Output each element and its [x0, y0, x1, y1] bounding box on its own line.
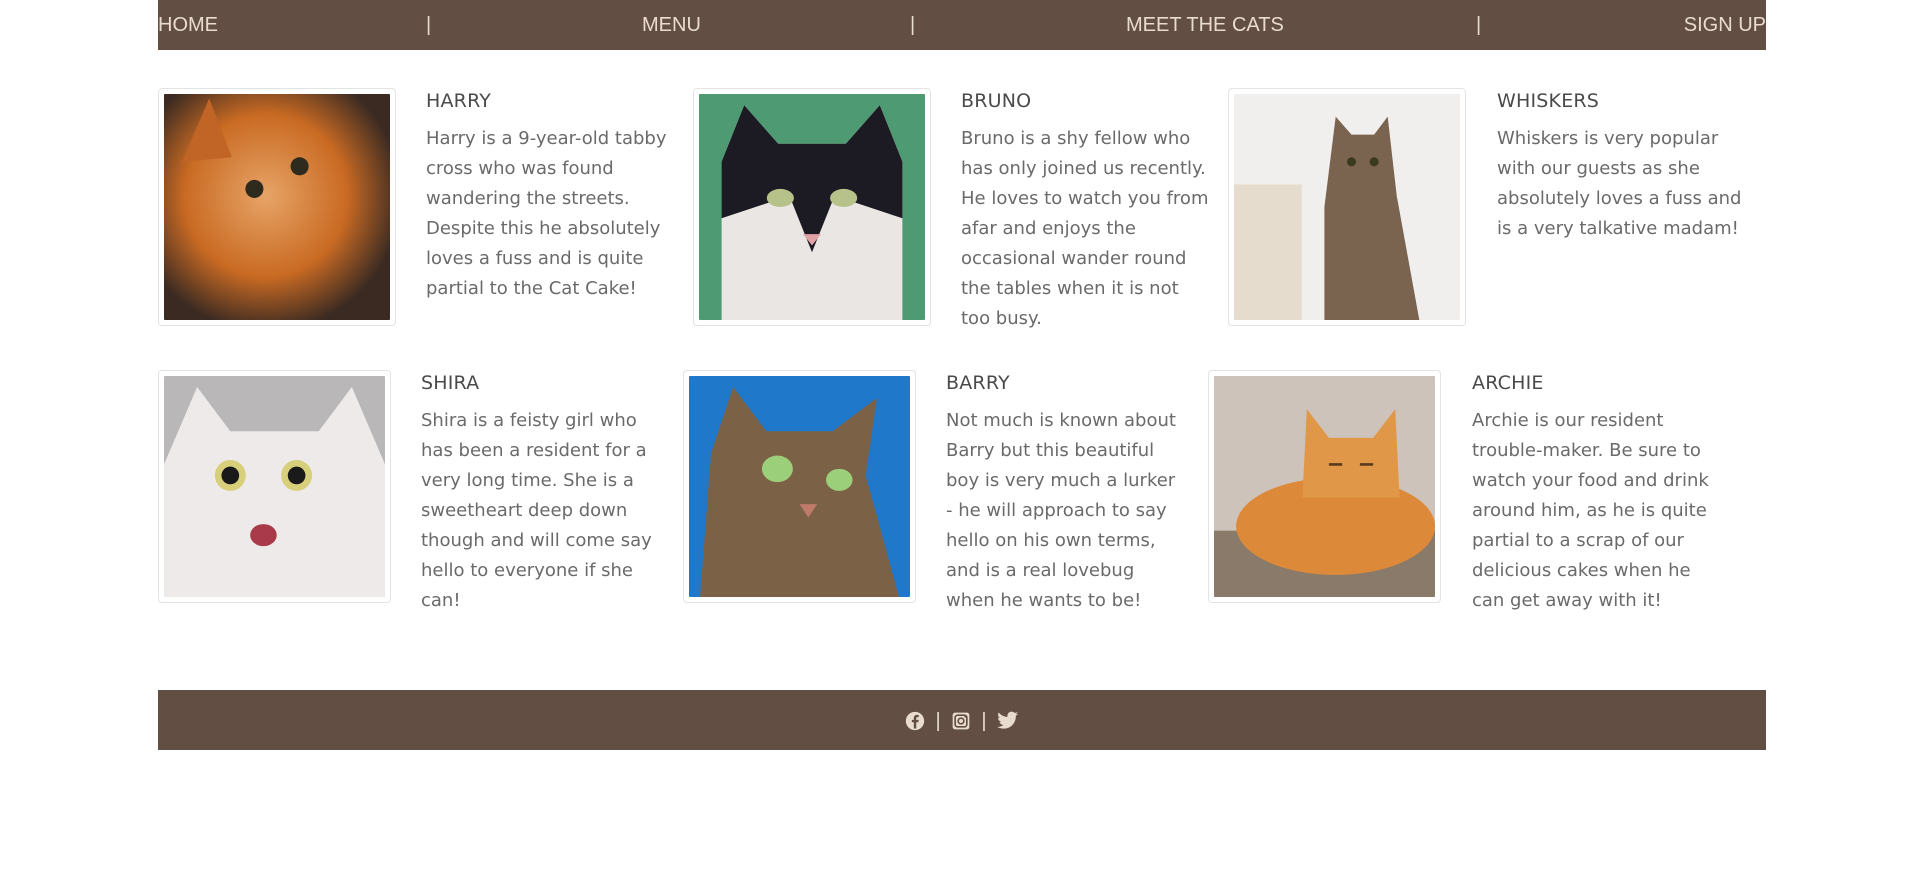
- nav-home-link[interactable]: HOME: [158, 14, 218, 36]
- cat-description-shira: Shira is a feisty girl who has been a re…: [421, 410, 652, 611]
- cat-name-shira: SHIRA: [421, 372, 480, 394]
- nav-sign-up-link[interactable]: SIGN UP: [1684, 14, 1766, 36]
- nav-meet-the-cats-link[interactable]: MEET THE CATS: [1126, 14, 1284, 36]
- top-navbar: HOME | MENU | MEET THE CATS | SIGN UP: [158, 0, 1766, 50]
- cat-photo-archie: [1208, 370, 1441, 603]
- cat-name-bruno: BRUNO: [961, 90, 1032, 112]
- nav-separator: |: [910, 14, 916, 36]
- nav-menu-link[interactable]: MENU: [642, 14, 701, 36]
- cat-image: [689, 376, 910, 597]
- cat-description-harry: Harry is a 9-year-old tabby cross who wa…: [426, 128, 667, 299]
- footer: | |: [158, 690, 1766, 750]
- cat-description-barry: Not much is known about Barry but this b…: [946, 410, 1176, 611]
- cat-image: [164, 94, 390, 320]
- cat-image: [699, 94, 925, 320]
- twitter-icon[interactable]: [997, 711, 1019, 731]
- cat-name-archie: ARCHIE: [1472, 372, 1544, 394]
- cat-name-whiskers: WHISKERS: [1497, 90, 1600, 112]
- social-links: | |: [158, 708, 1766, 732]
- cat-photo-shira: [158, 370, 391, 603]
- cat-photo-whiskers: [1228, 88, 1466, 326]
- nav-separator: |: [1476, 14, 1482, 36]
- social-separator: |: [935, 709, 941, 732]
- cat-photo-barry: [683, 370, 916, 603]
- facebook-icon[interactable]: [905, 711, 925, 731]
- cat-image: [1214, 376, 1435, 597]
- cat-name-harry: HARRY: [426, 90, 492, 112]
- cat-description-bruno: Bruno is a shy fellow who has only joine…: [961, 128, 1209, 329]
- cat-description-whiskers: Whiskers is very popular with our guests…: [1497, 128, 1742, 239]
- cat-photo-bruno: [693, 88, 931, 326]
- cat-photo-harry: [158, 88, 396, 326]
- page-container: HOME | MENU | MEET THE CATS | SIGN UP HA…: [158, 0, 1766, 750]
- cat-image: [1234, 94, 1460, 320]
- social-separator: |: [981, 709, 987, 732]
- cat-description-archie: Archie is our resident trouble-maker. Be…: [1472, 410, 1709, 611]
- nav-separator: |: [426, 14, 432, 36]
- cat-image: [164, 376, 385, 597]
- instagram-icon[interactable]: [951, 711, 971, 731]
- cat-name-barry: BARRY: [946, 372, 1010, 394]
